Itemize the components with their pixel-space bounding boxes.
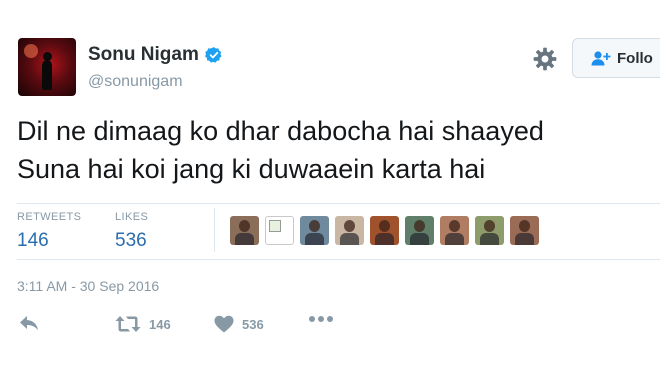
liker-avatar-body: [305, 233, 324, 245]
liker-avatar[interactable]: [335, 216, 364, 245]
tweet-line: Dil ne dimaag ko dhar dabocha hai shaaye…: [17, 116, 544, 146]
tweet-text: Dil ne dimaag ko dhar dabocha hai shaaye…: [17, 112, 544, 188]
liker-avatar[interactable]: [370, 216, 399, 245]
liker-avatar-body: [445, 233, 464, 245]
like-button[interactable]: 536: [214, 315, 264, 333]
more-icon: [309, 316, 333, 322]
liker-avatar-head: [344, 220, 355, 232]
liker-avatar-body: [340, 233, 359, 245]
retweet-button[interactable]: 146: [115, 315, 171, 333]
tweet-timestamp[interactable]: 3:11 AM - 30 Sep 2016: [17, 278, 159, 294]
likes-stat[interactable]: LIKES 536: [115, 211, 148, 252]
retweets-count[interactable]: 146: [17, 230, 81, 252]
heart-icon: [214, 315, 234, 333]
liker-avatar[interactable]: [405, 216, 434, 245]
liker-avatar-head: [239, 220, 250, 232]
liker-avatar[interactable]: [440, 216, 469, 245]
likes-count[interactable]: 536: [115, 230, 148, 252]
liker-avatar-head: [309, 220, 320, 232]
verified-badge-icon: [204, 47, 222, 63]
liker-avatar-head: [379, 220, 390, 232]
like-count: 536: [242, 316, 264, 332]
divider: [17, 259, 660, 260]
avatar-figure-body: [42, 60, 52, 90]
follow-person-icon: [591, 51, 611, 66]
liker-avatar-head: [414, 220, 425, 232]
liker-avatar[interactable]: [475, 216, 504, 245]
liker-avatar-body: [235, 233, 254, 245]
liker-avatar-head: [519, 220, 530, 232]
avatar-light: [24, 44, 38, 58]
liker-avatar-body: [375, 233, 394, 245]
liker-avatar-head: [449, 220, 460, 232]
liker-avatar[interactable]: [300, 216, 329, 245]
tweet-line: Suna hai koi jang ki duwaaein karta hai: [17, 154, 486, 184]
user-display-name-row[interactable]: Sonu Nigam: [88, 44, 223, 66]
divider: [17, 203, 660, 204]
retweets-stat[interactable]: RETWEETS 146: [17, 211, 81, 252]
liker-avatar[interactable]: [510, 216, 539, 245]
stats-separator: [214, 208, 215, 252]
retweets-label: RETWEETS: [17, 211, 82, 223]
reply-icon: [20, 316, 38, 330]
follow-button[interactable]: Follo: [572, 38, 660, 78]
liker-avatars: [230, 216, 545, 245]
user-handle[interactable]: @sonunigam: [88, 73, 183, 91]
liker-avatar-head: [484, 220, 495, 232]
reply-button[interactable]: [19, 315, 39, 331]
retweet-icon: [115, 316, 141, 332]
follow-button-label: Follo: [617, 49, 653, 67]
likes-label: LIKES: [115, 211, 149, 223]
liker-avatar-body: [515, 233, 534, 245]
gear-icon[interactable]: [532, 46, 558, 72]
liker-avatar-broken-image[interactable]: [265, 216, 294, 245]
liker-avatar-body: [410, 233, 429, 245]
liker-avatar-body: [480, 233, 499, 245]
user-display-name[interactable]: Sonu Nigam: [88, 44, 199, 66]
avatar[interactable]: [18, 38, 76, 96]
more-button[interactable]: [308, 315, 334, 323]
broken-image-icon: [269, 220, 281, 232]
retweet-count: 146: [149, 316, 171, 332]
liker-avatar[interactable]: [230, 216, 259, 245]
